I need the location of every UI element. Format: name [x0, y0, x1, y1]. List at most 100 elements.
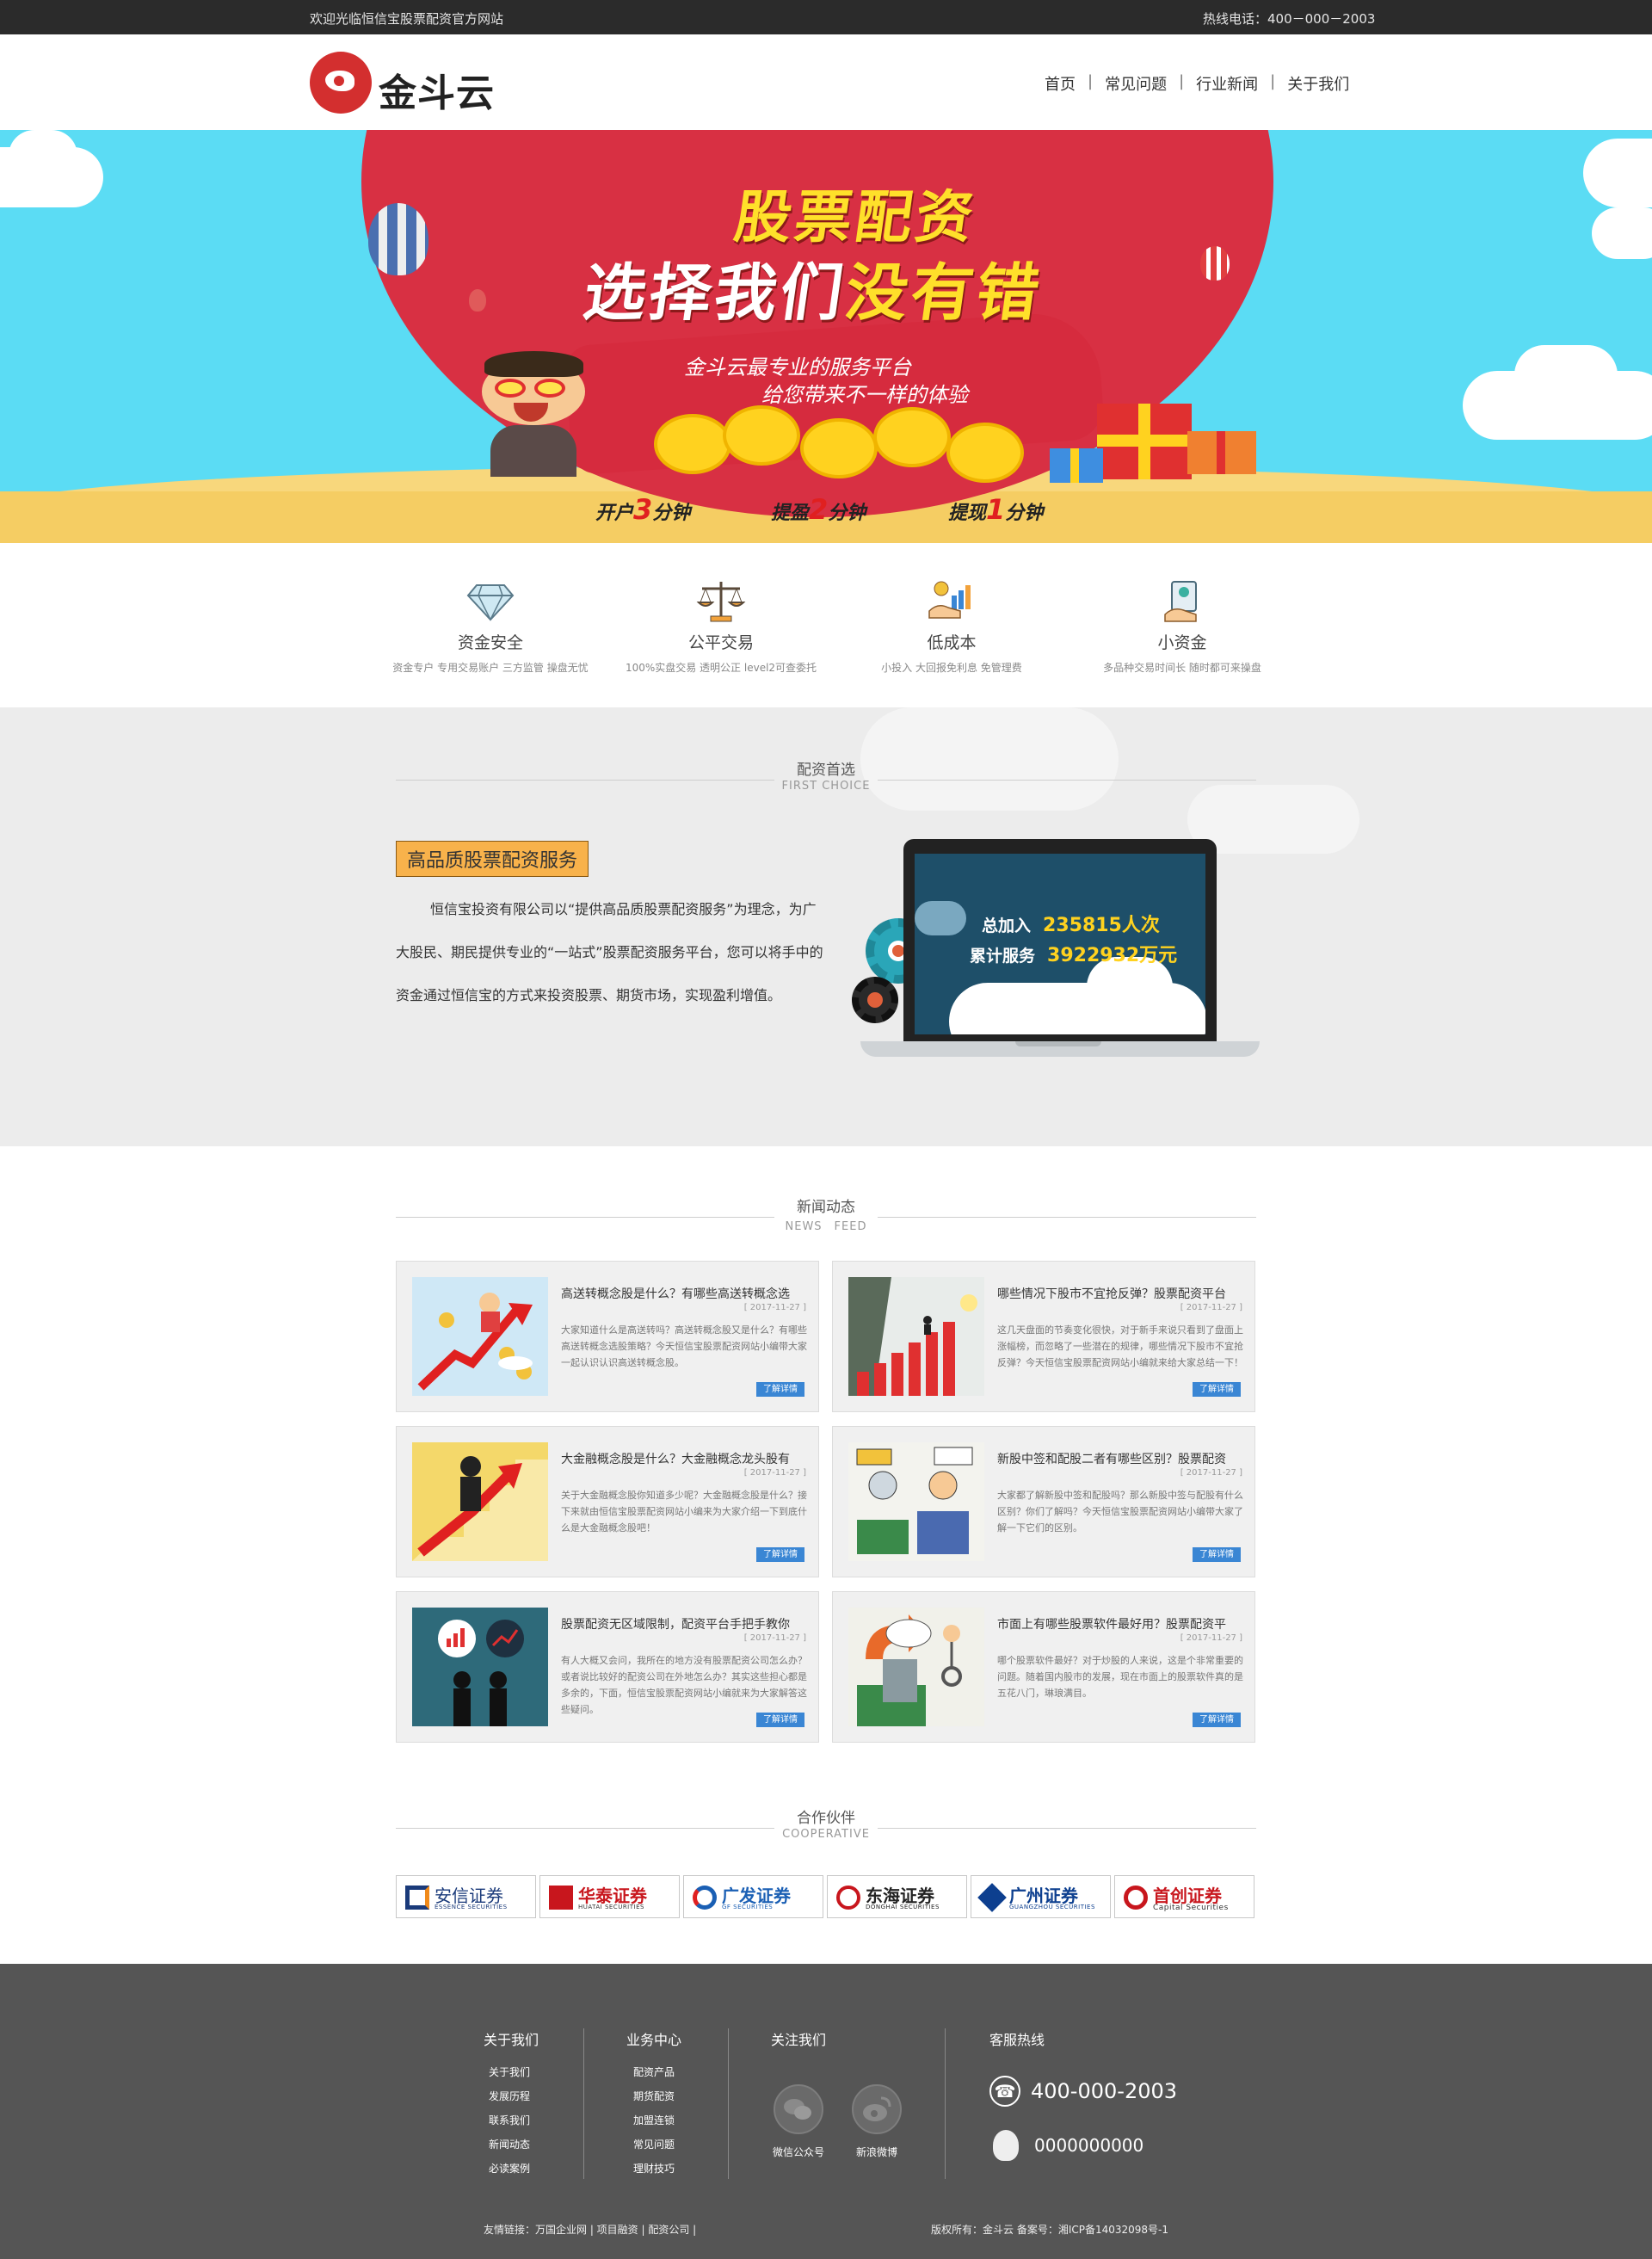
footer-phone[interactable]: ☎ 400-000-2003 — [989, 2076, 1177, 2107]
footer-service-column: 客服热线 — [989, 2028, 1045, 2065]
section-title-cn: 合作伙伴 — [797, 1810, 855, 1827]
low-cost-icon — [926, 577, 977, 625]
news-title[interactable]: 大金融概念股是什么？大金融概念龙头股有 — [561, 1450, 806, 1467]
news-date: [ 2017-11-27 ] — [1180, 1303, 1242, 1312]
news-excerpt: 这几天盘面的节奏变化很快，对于新手来说只看到了盘面上涨幅榜，而忽略了一些潜在的规… — [997, 1324, 1243, 1368]
footer-divider — [583, 2028, 584, 2179]
news-date: [ 2017-11-27 ] — [743, 1633, 806, 1643]
gold-coins — [654, 405, 1032, 483]
news-card[interactable]: 新股中签和配股二者有哪些区别？股票配资 [ 2017-11-27 ] 大家都了解… — [832, 1426, 1255, 1577]
feature-desc: 多品种交易时间长 随时都可来操盘 — [1103, 662, 1261, 674]
hero-banner[interactable]: 股票配资 选择我们没有错 金斗云最专业的服务平台 给您带来不一样的体验 开户3分… — [0, 130, 1652, 543]
news-title[interactable]: 哪些情况下股市不宜抢反弹？股票配资平台 — [997, 1285, 1242, 1302]
qq-number: 0000000000 — [1034, 2135, 1144, 2156]
welcome-text: 欢迎光临恒信宝股票配资官方网站 — [310, 11, 504, 27]
laptop-stats-illustration: 总加入 235815人次 累计服务 3922932万元 — [852, 839, 1265, 1076]
cloud-decoration — [1592, 207, 1652, 259]
nav-home[interactable]: 首页 — [1032, 72, 1088, 95]
footer-link[interactable]: 联系我们 — [489, 2113, 539, 2127]
news-title[interactable]: 股票配资无区域限制，配资平台手把手教你 — [561, 1615, 806, 1633]
partner-logo-essence[interactable]: 安信证券 ESSENCE SECURITIES — [396, 1875, 536, 1918]
weibo-link[interactable]: 新浪微博 — [847, 2084, 907, 2159]
banner-stat-profit: 提盈2分钟 — [771, 493, 866, 526]
news-title[interactable]: 高送转概念股是什么？有哪些高送转概念选 — [561, 1285, 806, 1302]
news-excerpt: 有人大概又会问，我所在的地方没有股票配资公司怎么办？或者说比较好的配资公司在外地… — [561, 1655, 807, 1715]
read-more-button[interactable]: 了解详情 — [756, 1547, 804, 1562]
logo-text: 金斗云 — [379, 71, 495, 115]
company-intro: 恒信宝投资有限公司以“提供高品质股票配资服务”为理念，为广大股民、期民提供专业的… — [396, 901, 823, 1003]
footer-link[interactable]: 新闻动态 — [489, 2137, 539, 2151]
news-section-title: 新闻动态 NEWS FEED — [396, 1194, 1256, 1233]
read-more-button[interactable]: 了解详情 — [1193, 1713, 1241, 1727]
wechat-label: 微信公众号 — [772, 2146, 824, 2158]
site-logo[interactable]: 金斗云 — [310, 50, 508, 115]
phone-icon: ☎ — [989, 2076, 1020, 2107]
partner-logo-huatai[interactable]: 华泰证券 HUATAI SECURITIES — [539, 1875, 680, 1918]
feature-desc: 资金专户 专用交易账户 三方监管 操盘无忧 — [392, 662, 589, 674]
feature-title: 公平交易 — [687, 633, 754, 652]
partner-logo-donghai[interactable]: 东海证券 DONGHAI SECURITIES — [827, 1875, 967, 1918]
footer-about-column: 关于我们 关于我们 发展历程 联系我们 新闻动态 必读案例 — [484, 2028, 539, 2185]
read-more-button[interactable]: 了解详情 — [1193, 1547, 1241, 1562]
footer-link[interactable]: 关于我们 — [489, 2065, 539, 2079]
news-thumbnail — [412, 1442, 548, 1561]
footer-heading: 客服热线 — [989, 2032, 1045, 2048]
gift-box-icon — [1050, 448, 1103, 483]
footer-qq[interactable]: 0000000000 — [989, 2130, 1143, 2161]
news-title[interactable]: 市面上有哪些股票软件最好用？股票配资平 — [997, 1615, 1242, 1633]
footer-heading: 关注我们 — [771, 2032, 827, 2048]
stat-served: 累计服务 3922932万元 — [970, 945, 1178, 966]
partner-logo-capital[interactable]: 首创证券 Capital Securities — [1114, 1875, 1254, 1918]
read-more-button[interactable]: 了解详情 — [1193, 1382, 1241, 1397]
footer-link[interactable]: 期货配资 — [633, 2089, 681, 2103]
feature-title: 低成本 — [927, 633, 977, 652]
news-date: [ 2017-11-27 ] — [1180, 1633, 1242, 1643]
footer-link[interactable]: 发展历程 — [489, 2089, 539, 2103]
footer-link[interactable]: 理财技巧 — [633, 2161, 681, 2176]
section-title-cn: 新闻动态 — [797, 1199, 855, 1216]
footer-divider — [728, 2028, 729, 2179]
essence-logo-icon — [405, 1886, 429, 1910]
section-title-cn: 配资首选 — [797, 762, 855, 779]
gift-box-icon — [1097, 404, 1192, 479]
news-card[interactable]: 市面上有哪些股票软件最好用？股票配资平 [ 2017-11-27 ] 哪个股票软… — [832, 1591, 1255, 1743]
section-title-en: COOPERATIVE — [782, 1828, 870, 1841]
hot-air-balloon-icon — [368, 203, 428, 275]
read-more-button[interactable]: 了解详情 — [756, 1382, 804, 1397]
news-title[interactable]: 新股中签和配股二者有哪些区别？股票配资 — [997, 1450, 1242, 1467]
nav-about-us[interactable]: 关于我们 — [1275, 72, 1361, 95]
small-balloon-icon — [469, 289, 486, 312]
partner-logo-gf[interactable]: 广发证券 GF SECURITIES — [683, 1875, 823, 1918]
capital-logo-icon — [1124, 1886, 1148, 1910]
partner-name-en: Capital Securities — [1153, 1904, 1229, 1912]
footer-link[interactable]: 配资产品 — [633, 2065, 681, 2079]
news-card[interactable]: 高送转概念股是什么？有哪些高送转概念选 [ 2017-11-27 ] 大家知道什… — [396, 1261, 819, 1412]
partner-name-en: ESSENCE SECURITIES — [435, 1904, 508, 1910]
wechat-link[interactable]: 微信公众号 — [768, 2084, 829, 2159]
gear-icon — [852, 977, 898, 1023]
scale-icon — [695, 577, 747, 625]
read-more-button[interactable]: 了解详情 — [756, 1713, 804, 1727]
friend-links[interactable]: 友情链接：万国企业网 | 项目融资 | 配资公司 | — [484, 2222, 696, 2237]
nav-industry-news[interactable]: 行业新闻 — [1184, 72, 1270, 95]
cloud-decoration — [1583, 139, 1652, 207]
stat-joined: 总加入 235815人次 — [982, 915, 1160, 936]
news-card[interactable]: 哪些情况下股市不宜抢反弹？股票配资平台 [ 2017-11-27 ] 这几天盘面… — [832, 1261, 1255, 1412]
top-bar: 欢迎光临恒信宝股票配资官方网站 热线电话：400－000－2003 — [0, 0, 1652, 34]
footer-link[interactable]: 必读案例 — [489, 2161, 539, 2176]
footer-link[interactable]: 常见问题 — [633, 2137, 681, 2151]
banner-stat-withdraw: 提现1分钟 — [948, 493, 1044, 526]
news-card[interactable]: 大金融概念股是什么？大金融概念龙头股有 [ 2017-11-27 ] 关于大金融… — [396, 1426, 819, 1577]
main-nav: 首页 | 常见问题 | 行业新闻 | 关于我们 — [1032, 72, 1361, 95]
section-title: 配资首选 FIRST CHOICE — [396, 757, 1256, 793]
diamond-icon — [465, 577, 516, 625]
nav-faq[interactable]: 常见问题 — [1093, 72, 1179, 95]
gf-logo-icon — [693, 1886, 717, 1910]
news-date: [ 2017-11-27 ] — [743, 1303, 806, 1312]
partner-logo-guangzhou[interactable]: 广州证券 GUANGZHOU SECURITIES — [971, 1875, 1111, 1918]
laptop-base — [1015, 1041, 1101, 1046]
news-card[interactable]: 股票配资无区域限制，配资平台手把手教你 [ 2017-11-27 ] 有人大概又… — [396, 1591, 819, 1743]
footer-divider — [945, 2028, 946, 2179]
cheering-boy-illustration — [478, 351, 589, 477]
footer-link[interactable]: 加盟连锁 — [633, 2113, 681, 2127]
